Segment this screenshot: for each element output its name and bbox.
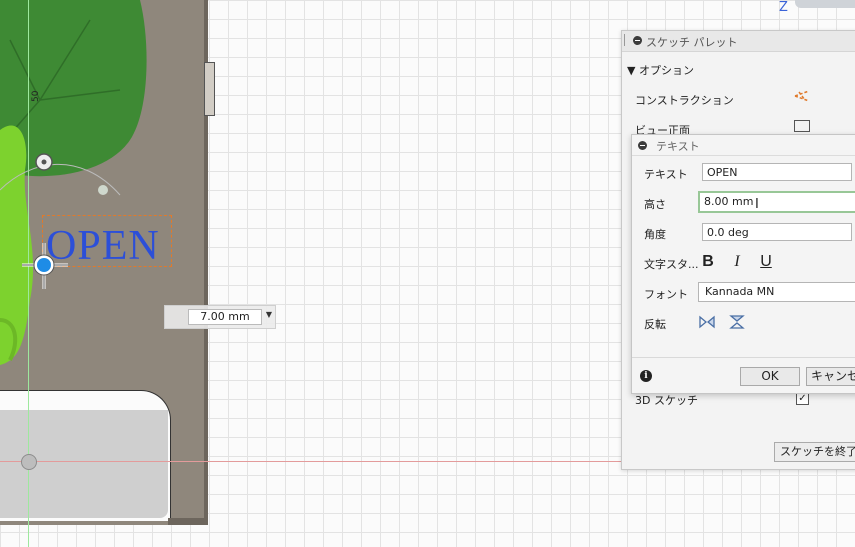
bold-button[interactable]: B xyxy=(698,253,718,271)
text-cursor-icon: I xyxy=(755,197,759,212)
dimension-dropdown-icon[interactable]: ▼ xyxy=(266,310,272,319)
dimension-leaf-text: 50 xyxy=(31,90,41,102)
collapse-icon[interactable] xyxy=(633,36,642,45)
underline-button[interactable]: U xyxy=(756,253,776,271)
angle-input[interactable]: 0.0 deg xyxy=(702,223,852,241)
sketch-palette-header[interactable]: スケッチ パレット xyxy=(622,31,855,52)
options-label: オプション xyxy=(638,64,694,77)
dimension-input-box[interactable]: 7.00 mm ▼ xyxy=(164,305,276,329)
flip-vertical-icon[interactable] xyxy=(728,314,746,330)
sketch3d-label: 3D スケッチ xyxy=(635,394,698,407)
text-label: テキスト xyxy=(644,168,688,181)
frog-leaf-artwork: 50 xyxy=(0,0,147,365)
ok-button[interactable]: OK xyxy=(740,367,800,386)
info-icon[interactable]: i xyxy=(640,370,652,382)
angle-label: 角度 xyxy=(644,228,666,241)
text-dialog-header[interactable]: テキスト xyxy=(632,135,855,156)
finish-sketch-button[interactable]: スケッチを終了 xyxy=(774,442,855,462)
font-select[interactable]: Kannada MN xyxy=(698,282,855,302)
origin-point[interactable] xyxy=(21,454,37,470)
options-section-toggle[interactable]: ▼ オプション xyxy=(627,62,694,78)
z-axis-label[interactable]: Z xyxy=(779,0,788,15)
height-input[interactable]: 8.00 mm xyxy=(698,191,855,213)
dialog-divider xyxy=(632,357,855,358)
look-at-icon[interactable] xyxy=(794,120,810,132)
triangle-down-icon: ▼ xyxy=(627,64,639,77)
text-input[interactable]: OPEN xyxy=(702,163,852,181)
board-base xyxy=(168,518,206,525)
construction-label: コンストラクション xyxy=(635,94,734,107)
height-label: 高さ xyxy=(644,198,666,211)
dimension-value-field[interactable]: 7.00 mm xyxy=(188,309,262,325)
font-label: フォント xyxy=(644,288,688,301)
italic-button[interactable]: I xyxy=(727,253,747,271)
text-dialog-title: テキスト xyxy=(656,140,700,153)
cancel-button[interactable]: キャンセル xyxy=(806,367,855,386)
text-style-label: 文字スタ... xyxy=(644,258,699,271)
collapse-icon[interactable] xyxy=(638,141,647,150)
move-gizmo-icon[interactable] xyxy=(20,241,70,291)
x-axis-line xyxy=(0,461,622,462)
text-dialog: テキスト テキスト OPEN 高さ 8.00 mm I 角度 0.0 deg 文… xyxy=(631,134,855,394)
flip-label: 反転 xyxy=(644,318,666,331)
flip-horizontal-icon[interactable] xyxy=(698,314,716,330)
water-drop xyxy=(98,185,108,195)
sketch-palette-title: スケッチ パレット xyxy=(646,36,738,49)
construction-icon[interactable] xyxy=(793,88,811,104)
viewcube-corner[interactable] xyxy=(795,0,855,8)
drag-grip-icon[interactable] xyxy=(624,34,625,46)
